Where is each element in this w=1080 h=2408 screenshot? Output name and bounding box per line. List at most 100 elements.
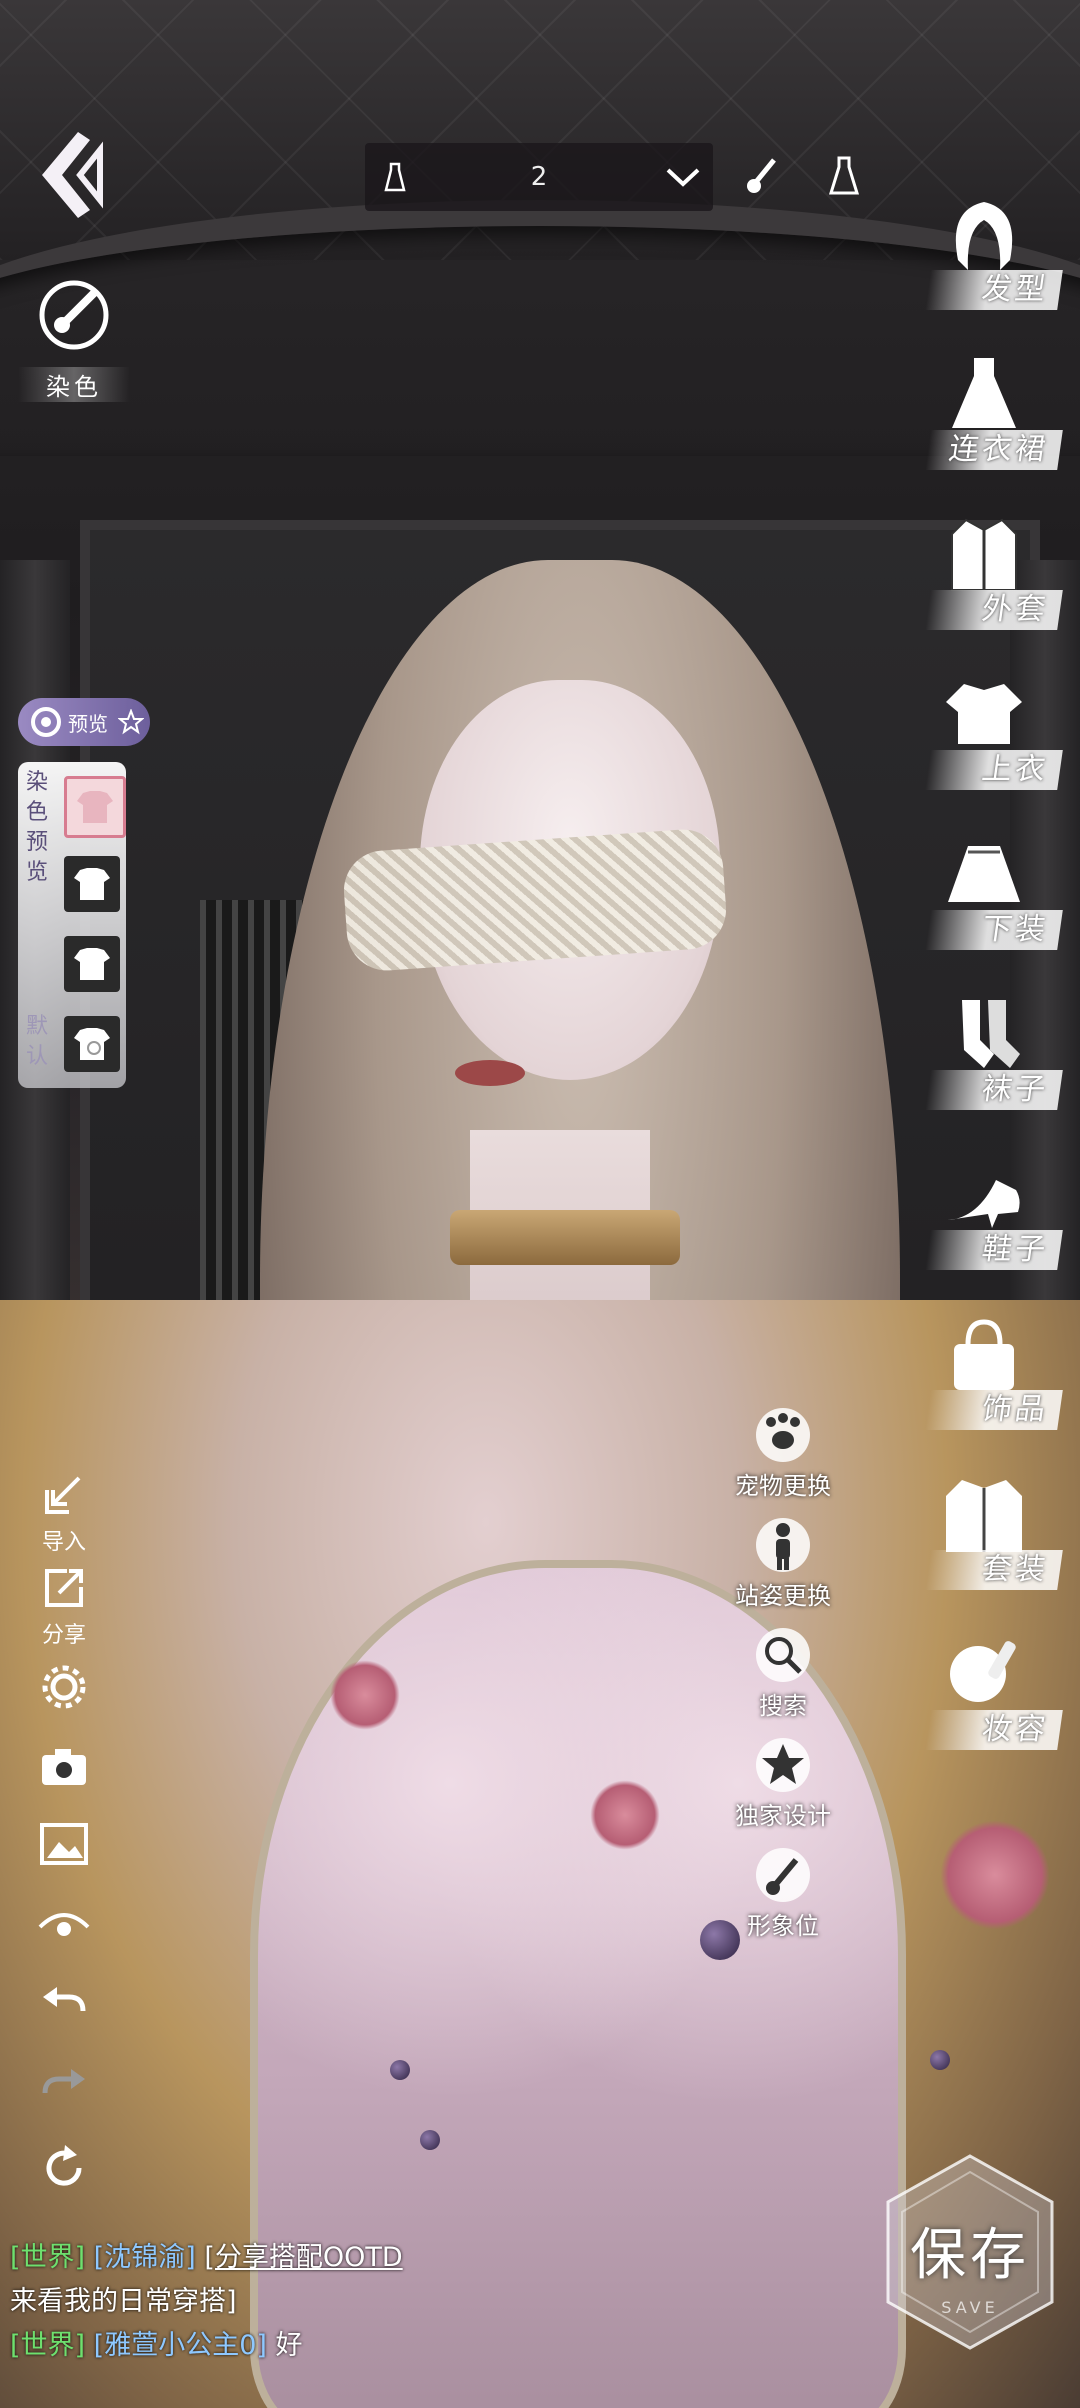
- visibility-button[interactable]: [30, 1905, 98, 1951]
- undo-button[interactable]: [30, 1983, 98, 2029]
- hair-icon: [955, 202, 1013, 270]
- import-label: 导入: [41, 1530, 86, 1555]
- skirt-icon: [948, 846, 1020, 902]
- chat-panel[interactable]: [世界] [沈锦渝] [分享搭配OOTD 来看我的日常穿搭] [世界] [雅萱小…: [10, 2236, 570, 2368]
- chat-message[interactable]: 来看我的日常穿搭]: [10, 2280, 570, 2324]
- tool-label: 独家设计: [735, 1802, 831, 1830]
- category-coat[interactable]: 外套: [910, 510, 1063, 630]
- brush-icon: [756, 1848, 810, 1902]
- category-label: 妆容: [925, 1710, 1063, 1750]
- chat-share-link[interactable]: [分享搭配OOTD: [204, 2242, 402, 2273]
- preview-toggle[interactable]: 预览: [18, 698, 150, 746]
- category-label: 下装: [925, 910, 1063, 950]
- category-bottom[interactable]: 下装: [910, 830, 1063, 950]
- rose-decoration: [940, 1820, 1050, 1930]
- chat-message-text: 好: [275, 2330, 303, 2361]
- reset-shirt-icon: [74, 1028, 110, 1060]
- swatch-shirt-2[interactable]: [64, 856, 120, 912]
- chat-sender-name[interactable]: [雅萱小公主0]: [94, 2330, 267, 2361]
- dress-icon: [828, 156, 860, 195]
- dye-label: 染色: [18, 367, 130, 402]
- chat-message[interactable]: [世界] [沈锦渝] [分享搭配OOTD: [10, 2236, 570, 2280]
- category-accessory[interactable]: 饰品: [910, 1310, 1063, 1430]
- chevron-down-icon[interactable]: [653, 166, 713, 188]
- tool-label: 搜索: [759, 1692, 807, 1720]
- category-label: 上衣: [925, 750, 1063, 790]
- edit-brush-button[interactable]: [740, 150, 788, 202]
- redo-button[interactable]: [30, 2065, 98, 2111]
- eye-icon: [38, 1913, 90, 1936]
- outfit-slot-selector[interactable]: 2: [365, 143, 713, 211]
- swatch-shirt-3[interactable]: [64, 936, 120, 992]
- category-label: 套装: [925, 1550, 1063, 1590]
- settings-button[interactable]: [30, 1662, 98, 1718]
- redo-icon: [42, 2069, 85, 2094]
- category-label: 发型: [925, 270, 1063, 310]
- chat-message[interactable]: [世界] [雅萱小公主0] 好: [10, 2324, 570, 2368]
- import-button[interactable]: 导入: [30, 1472, 98, 1556]
- brush-icon: [747, 158, 776, 193]
- category-socks[interactable]: 袜子: [910, 990, 1063, 1110]
- paw-icon: [756, 1408, 810, 1462]
- category-top[interactable]: 上衣: [910, 670, 1063, 790]
- coat-icon: [951, 518, 1017, 591]
- tool-button[interactable]: 搜索: [718, 1628, 848, 1721]
- shirt-icon: [74, 868, 110, 900]
- bead-decoration: [930, 2050, 950, 2070]
- camera-icon: [42, 1749, 86, 1785]
- tool-label: 站姿更换: [735, 1582, 831, 1610]
- character-lips: [455, 1060, 525, 1086]
- dye-button[interactable]: 染色: [18, 275, 130, 402]
- swatch-default[interactable]: [64, 1016, 120, 1072]
- search-icon: [756, 1628, 810, 1682]
- swatch-pink[interactable]: [64, 776, 126, 838]
- category-dress[interactable]: 连衣裙: [910, 350, 1063, 470]
- save-button[interactable]: 保存 SAVE: [880, 2150, 1060, 2355]
- category-suit[interactable]: 套装: [910, 1470, 1063, 1590]
- eye-search-icon: [31, 707, 61, 737]
- bead-decoration: [390, 2060, 410, 2080]
- undo-icon: [43, 1987, 86, 2012]
- category-label: 饰品: [925, 1390, 1063, 1430]
- share-button[interactable]: 分享: [30, 1565, 98, 1649]
- chat-message-text: 来看我的日常穿搭]: [10, 2286, 237, 2317]
- dye-preview-title: 染色预览: [25, 770, 48, 885]
- tool-button[interactable]: 宠物更换: [718, 1408, 848, 1501]
- default-label: 默认: [25, 1014, 48, 1069]
- tool-button[interactable]: 站姿更换: [718, 1518, 848, 1611]
- dress-icon: [952, 358, 1016, 428]
- reset-icon: [46, 2145, 82, 2186]
- category-label: 袜子: [925, 1070, 1063, 1110]
- outfit-dress-button[interactable]: [820, 150, 868, 202]
- suit-icon: [946, 1480, 1022, 1552]
- image-icon: [40, 1823, 88, 1865]
- category-label: 鞋子: [925, 1230, 1063, 1270]
- preview-toggle-label: 预览: [68, 711, 108, 736]
- rose-decoration: [330, 1660, 400, 1730]
- camera-button[interactable]: [30, 1745, 98, 1795]
- gear-icon: [42, 1665, 86, 1709]
- socks-icon: [962, 1000, 1020, 1068]
- outfit-slot-number: 2: [530, 162, 548, 192]
- gallery-button[interactable]: [30, 1822, 98, 1872]
- dye-preview-panel: 染色预览 默认: [18, 762, 126, 1088]
- star-icon: [118, 709, 144, 735]
- makeup-icon: [950, 1641, 1016, 1702]
- bead-decoration: [420, 2130, 440, 2150]
- category-hairstyle[interactable]: 发型: [910, 190, 1063, 310]
- top-icon: [946, 684, 1022, 744]
- chat-sender-name[interactable]: [沈锦渝]: [94, 2242, 196, 2273]
- category-shoes[interactable]: 鞋子: [910, 1150, 1063, 1270]
- back-arrow-icon: [42, 132, 103, 218]
- back-button[interactable]: [30, 120, 110, 230]
- chat-channel-tag: [世界]: [10, 2242, 86, 2273]
- reset-button[interactable]: [30, 2143, 98, 2199]
- share-label: 分享: [41, 1623, 86, 1648]
- shirt-icon: [77, 791, 113, 823]
- chat-channel-tag: [世界]: [10, 2330, 86, 2361]
- category-makeup[interactable]: 妆容: [910, 1630, 1063, 1750]
- star-icon: [756, 1738, 810, 1792]
- tool-button[interactable]: 独家设计: [718, 1738, 848, 1831]
- character-choker: [450, 1210, 680, 1265]
- tool-button[interactable]: 形象位: [718, 1848, 848, 1941]
